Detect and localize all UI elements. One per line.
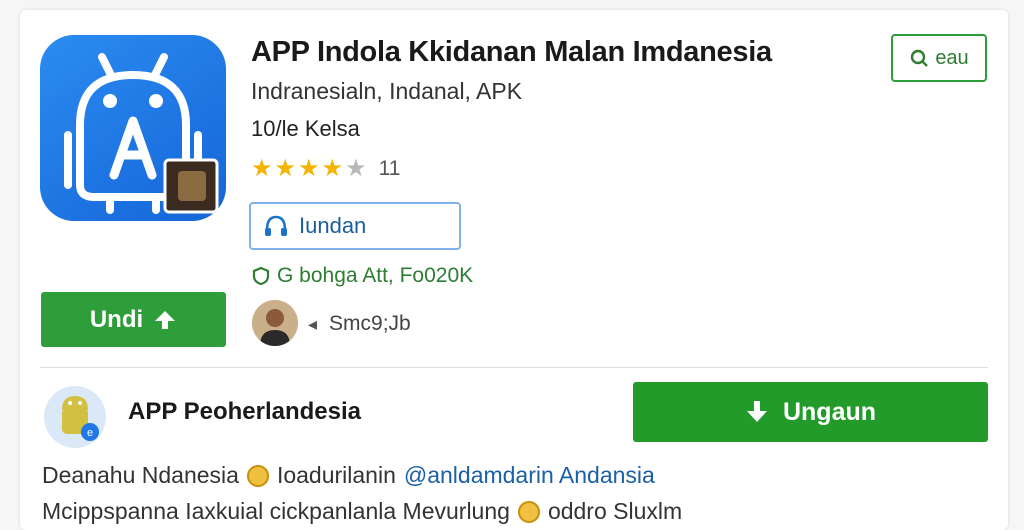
- outline-action-button[interactable]: Iundan: [249, 202, 461, 250]
- save-button[interactable]: eau: [891, 34, 987, 82]
- star-icon: ★: [274, 155, 297, 182]
- meta-info: G bohga Att, Fo020K: [251, 264, 473, 288]
- android-a-letter-icon: [64, 53, 219, 214]
- star-icon: ★: [251, 155, 273, 182]
- save-label: eau: [935, 46, 969, 69]
- headset-icon: [265, 215, 287, 236]
- emoji-icon: [246, 464, 269, 487]
- developer-info: ◂ Smc9;Jb: [308, 312, 411, 336]
- download-label: Ungaun: [782, 397, 877, 426]
- description-line-1: Deanahu Ndanesia Ioadurilanin @anldamdari…: [42, 462, 655, 489]
- person-avatar-icon: [252, 300, 298, 346]
- rating-count: 11: [378, 157, 401, 180]
- install-label: Undi: [89, 305, 144, 333]
- arrow-left-icon: ◂: [308, 313, 318, 334]
- rating-stars: ★ ★ ★ ★ ★ 11: [251, 154, 400, 184]
- description-text: Ioadurilanin: [276, 462, 396, 488]
- arrow-up-icon: [155, 310, 176, 329]
- star-icon: ★: [345, 155, 367, 182]
- developer-name: Smc9;Jb: [329, 312, 411, 335]
- description-text: Deanahu Ndanesia: [42, 462, 239, 488]
- outline-action-label: Iundan: [299, 213, 367, 238]
- app-title: APP Indola Kkidanan Malan Imdanesia: [251, 36, 772, 68]
- star-icon: ★: [298, 155, 320, 182]
- app-icon[interactable]: [40, 35, 226, 221]
- second-app-title: APP Peoherlandesia: [128, 398, 361, 425]
- download-button[interactable]: Ungaun: [633, 382, 988, 442]
- developer-avatar[interactable]: [252, 300, 298, 346]
- install-button[interactable]: Undi: [41, 292, 226, 347]
- description-link[interactable]: @anldamdarin Andansia: [404, 462, 655, 489]
- svg-text:e: e: [87, 427, 93, 439]
- app-subtitle: Indranesialn, Indanal, APK: [251, 78, 523, 104]
- second-app-icon[interactable]: e: [44, 386, 106, 448]
- shield-check-icon: [252, 266, 270, 286]
- star-icon: ★: [321, 155, 344, 182]
- arrow-down-icon: [746, 401, 767, 422]
- section-divider: [40, 367, 988, 368]
- app-category: 10/le Kelsa: [251, 116, 360, 141]
- meta-text: G bohga Att, Fo020K: [277, 264, 474, 287]
- android-small-icon: e: [44, 386, 106, 448]
- search-icon: [911, 49, 929, 67]
